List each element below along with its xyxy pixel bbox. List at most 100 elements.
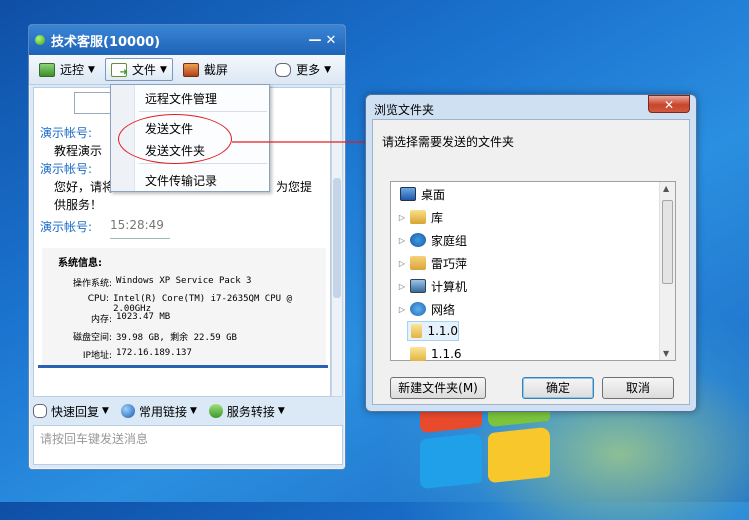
quick-reply-button[interactable]: 快速回复 ▼ [33,403,109,420]
scrollbar-thumb[interactable] [333,178,341,298]
file-icon: ➜ [110,62,128,78]
dialog-prompt: 请选择需要发送的文件夹 [382,135,515,149]
menu-item-remote-file-management[interactable]: 远程文件管理 [145,90,217,107]
remote-control-button[interactable]: 远控 ▼ [33,58,101,81]
new-folder-button[interactable]: 新建文件夹(M) [390,377,486,399]
info-label: IP地址: [82,351,112,361]
close-button[interactable]: ✕ [323,33,339,48]
chat-toolbar: 远控 ▼ ➜ 文件 ▼ 截屏 更多 ▼ [29,55,345,85]
remote-control-label: 远控 [60,63,85,77]
ok-button[interactable]: 确定 [522,377,594,399]
chat-scrollbar[interactable] [331,87,343,397]
common-links-label: 常用链接 [138,404,187,419]
system-info-row: 磁盘空间: 39.98 GB, 剩余 22.59 GB [42,330,237,343]
network-icon [410,302,426,316]
computer-icon [410,279,426,293]
chevron-down-icon: ▼ [189,406,197,416]
info-value: 39.98 GB, 剩余 22.59 GB [116,333,237,343]
file-button[interactable]: ➜ 文件 ▼ [104,58,173,81]
tree-item-label: 家庭组 [431,233,468,248]
folder-tree: 桌面 ▷ 库 ▷ 家庭组 ▷ 雷巧萍 ▷ 计算机 ▷ 网络 1.1.0 1.1.… [390,181,676,361]
system-info-heading: 系统信息: [58,258,102,269]
message-sender: 演示帐号: [40,162,93,176]
chevron-down-icon: ▼ [102,406,109,416]
menu-item-transfer-history[interactable]: 文件传输记录 [145,172,217,189]
annotation-ellipse [118,114,232,164]
tree-item-label: 1.1.6 [431,347,462,361]
chat-title: 技术客服(10000) [51,34,161,50]
desktop-icon [400,187,416,201]
tree-scrollbar[interactable]: ▲ ▼ [659,182,675,360]
message-text: 教程演示 [54,144,103,158]
expand-arrow-icon[interactable]: ▷ [397,305,407,314]
chat-bottom-bar: 快速回复 ▼ 常用链接 ▼ 服务转接 ▼ [33,399,343,423]
tree-item-label: 雷巧萍 [431,256,468,271]
system-info-row: 操作系统: Windows XP Service Pack 3 [42,276,252,289]
tree-item-label: 网络 [431,302,456,317]
online-status-icon [35,35,45,45]
tree-item-folder-1-1-6[interactable]: 1.1.6 [407,344,462,364]
more-button[interactable]: 更多 ▼ [269,58,337,81]
system-info-row: IP地址: 172.16.189.137 [42,348,192,361]
expand-arrow-icon[interactable]: ▷ [397,213,407,222]
scroll-down-icon[interactable]: ▼ [663,349,669,358]
info-value: 172.16.189.137 [116,348,192,358]
tree-item-folder-1-1-0[interactable]: 1.1.0 [407,321,459,341]
scrollbar-thumb[interactable] [662,200,673,284]
quick-reply-label: 快速回复 [51,404,100,419]
message-text: 您好，请将 [54,180,115,194]
message-time: 15:28:49 [110,218,164,232]
common-links-button[interactable]: 常用链接 ▼ [120,403,197,420]
file-label: 文件 [131,63,156,77]
info-value: 1023.47 MB [116,312,171,322]
libraries-icon [410,210,426,224]
system-info-row: CPU: Intel(R) Core(TM) i7-2635QM CPU @ 2… [42,294,326,314]
tree-item-desktop[interactable]: 桌面 [397,184,445,204]
system-info-panel: 系统信息: 操作系统: Windows XP Service Pack 3 CP… [42,248,326,366]
more-label: 更多 [296,63,321,77]
tree-item-libraries[interactable]: ▷ 库 [397,207,443,227]
browse-folder-dialog: 浏览文件夹 ✕ 请选择需要发送的文件夹 桌面 ▷ 库 ▷ 家庭组 ▷ 雷巧萍 ▷… [365,94,697,412]
expand-arrow-icon[interactable]: ▷ [397,236,407,245]
remote-control-icon [39,62,55,77]
info-label: 内存: [90,315,112,325]
message-sender: 演示帐号: [40,126,93,140]
tree-item-homegroup[interactable]: ▷ 家庭组 [397,230,467,250]
tree-item-label: 库 [431,210,444,225]
system-info-row: 内存: 1023.47 MB [42,312,170,325]
divider [110,238,170,239]
expand-arrow-icon[interactable]: ▷ [397,259,407,268]
dialog-close-button[interactable]: ✕ [648,95,690,113]
tree-item-label: 计算机 [431,279,468,294]
screenshot-button[interactable]: 截屏 [177,58,234,81]
chat-title-bar[interactable]: 技术客服(10000) — ✕ [29,25,345,55]
transfer-arrow-icon [208,404,223,418]
chevron-down-icon: ▼ [159,64,167,75]
scroll-up-icon[interactable]: ▲ [663,184,669,193]
homegroup-icon [410,233,426,247]
tree-item-network[interactable]: ▷ 网络 [397,299,455,319]
screenshot-icon [182,62,199,77]
service-transfer-label: 服务转接 [226,404,275,419]
menu-separator [139,163,267,164]
tree-item-label: 1.1.0 [427,324,458,338]
message-input[interactable]: 请按回车键发送消息 [33,425,343,465]
user-folder-icon [410,256,426,270]
chevron-down-icon: ▼ [88,64,95,75]
message-sender: 演示帐号: [40,220,93,234]
globe-icon [120,404,135,418]
tree-item-computer[interactable]: ▷ 计算机 [397,276,467,296]
message-text-cont: 供服务！ [54,198,103,212]
tree-item-user[interactable]: ▷ 雷巧萍 [397,253,467,273]
folder-icon [411,324,423,338]
message-text-tail: 为您提 [276,180,313,194]
chevron-down-icon: ▼ [277,406,285,416]
speech-bubble-icon [275,62,292,77]
cancel-button[interactable]: 取消 [602,377,674,399]
info-label: CPU: [87,294,110,304]
expand-arrow-icon[interactable]: ▷ [397,282,407,291]
minimize-button[interactable]: — [307,33,323,48]
service-transfer-button[interactable]: 服务转接 ▼ [208,403,285,420]
info-value: Intel(R) Core(TM) i7-2635QM CPU @ 2.00GH… [113,294,292,314]
info-value: Windows XP Service Pack 3 [116,276,252,286]
